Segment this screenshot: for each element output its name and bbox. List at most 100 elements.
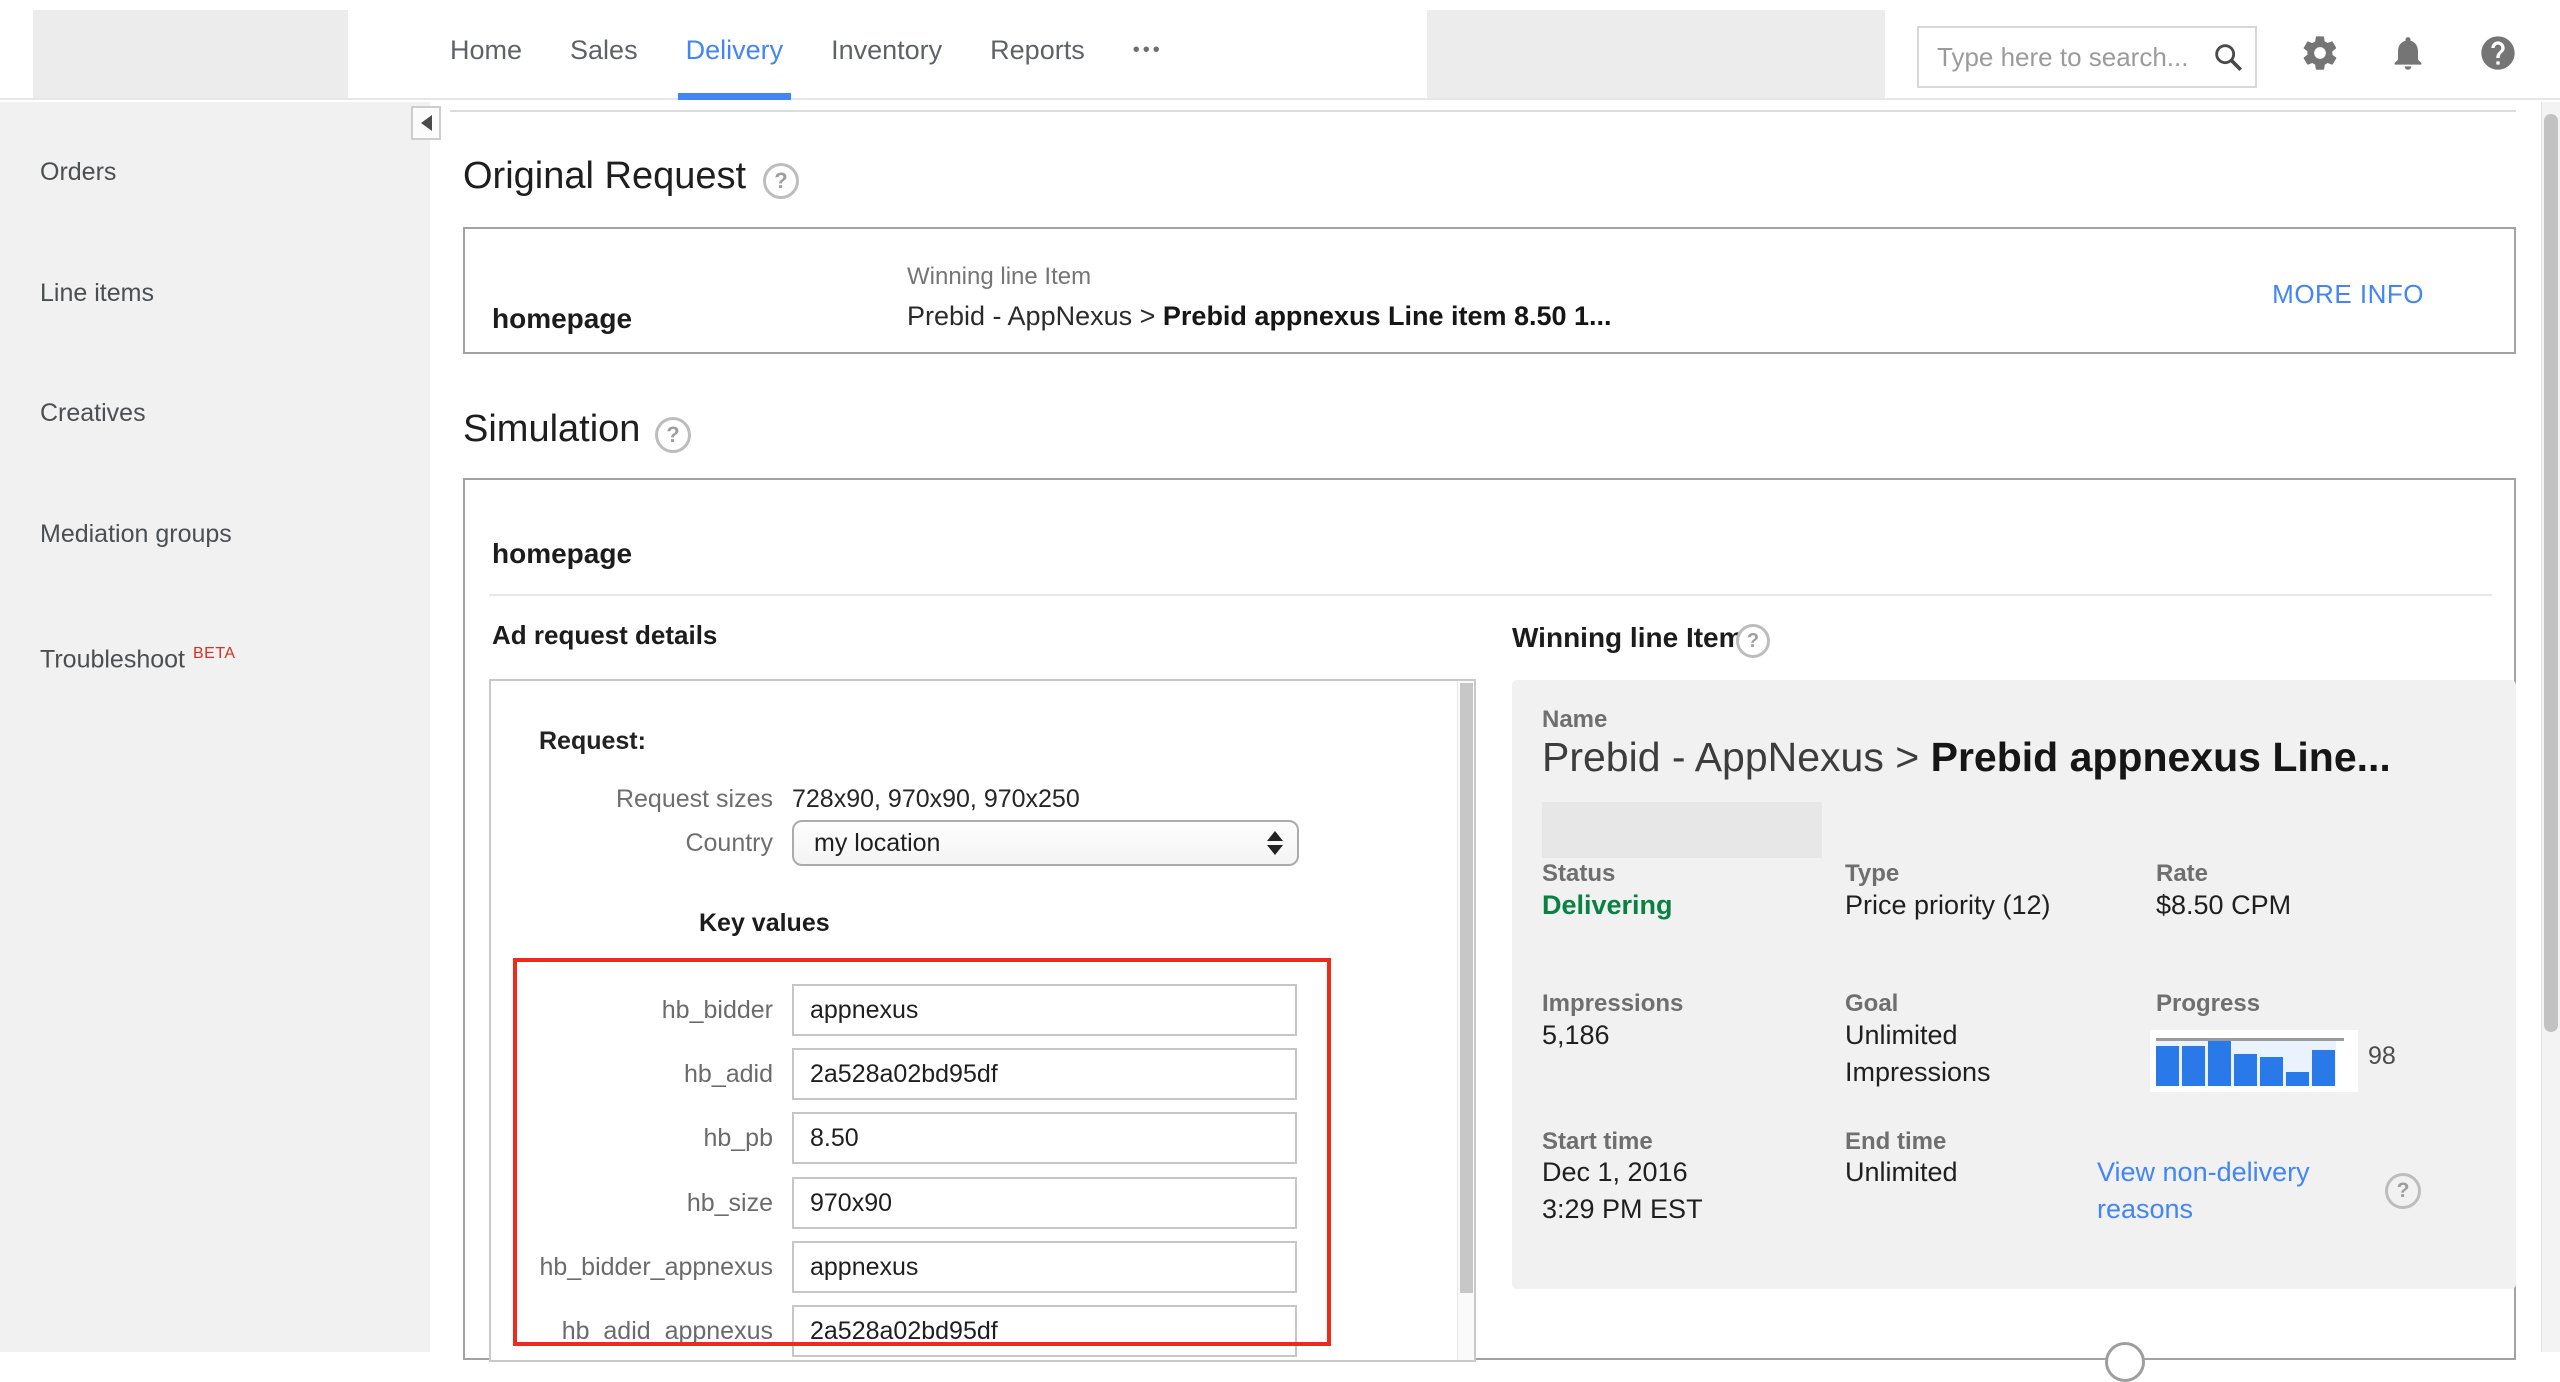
simulation-title: Simulation bbox=[463, 408, 640, 451]
sidebar-item-label: Creatives bbox=[40, 399, 146, 427]
key-value-row: hb_adid_appnexus bbox=[513, 1305, 1331, 1357]
account-placeholder bbox=[1427, 10, 1885, 98]
goal-label: Goal bbox=[1845, 990, 1898, 1018]
winning-line-item-label: Winning line Item bbox=[907, 263, 1091, 291]
notifications-bell-icon[interactable] bbox=[2388, 33, 2428, 73]
sidebar-item-troubleshoot[interactable]: Troubleshoot BETA bbox=[40, 632, 236, 676]
winning-line-item-card: Name Prebid - AppNexus > Prebid appnexus… bbox=[1512, 680, 2516, 1289]
sidebar-item-creatives[interactable]: Creatives bbox=[40, 391, 146, 435]
primary-nav: Home Sales Delivery Inventory Reports ••• bbox=[450, 0, 1163, 100]
sidebar-item-mediation-groups[interactable]: Mediation groups bbox=[40, 512, 232, 556]
page-scrollbar-thumb[interactable] bbox=[2544, 114, 2558, 1032]
page-scrollbar[interactable] bbox=[2541, 102, 2560, 1352]
winning-line-item-heading: Winning line Item bbox=[1512, 622, 1744, 654]
kv-key-hb_bidder_appnexus: hb_bidder_appnexus bbox=[513, 1241, 773, 1293]
sidebar-item-label: Line items bbox=[40, 279, 154, 307]
ad-unit-name: homepage bbox=[492, 303, 632, 335]
content-top-divider bbox=[450, 110, 2516, 112]
settings-gear-icon[interactable] bbox=[2300, 33, 2340, 73]
sidebar: Orders Line items Creatives Mediation group… bbox=[0, 102, 430, 1352]
kv-input-hb_bidder[interactable] bbox=[792, 984, 1297, 1036]
kv-input-hb_adid[interactable] bbox=[792, 1048, 1297, 1100]
non-delivery-help-icon[interactable]: ? bbox=[2385, 1173, 2421, 1209]
start-time-line2: 3:29 PM EST bbox=[1542, 1194, 1703, 1225]
kv-input-hb_adid_appnexus[interactable] bbox=[792, 1305, 1297, 1357]
beta-badge: BETA bbox=[193, 645, 236, 662]
progress-label: Progress bbox=[2156, 990, 2260, 1018]
goal-value-line1: Unlimited bbox=[1845, 1020, 1958, 1051]
search-box[interactable] bbox=[1917, 26, 2257, 88]
end-time-value: Unlimited bbox=[1845, 1157, 1958, 1188]
impressions-label: Impressions bbox=[1542, 990, 1683, 1018]
name-label: Name bbox=[1542, 706, 1607, 734]
ad-request-details-panel: Request: Request sizes 728x90, 970x90, 9… bbox=[489, 679, 1476, 1362]
original-request-title: Original Request bbox=[463, 155, 746, 198]
progress-value: 98 bbox=[2368, 1042, 2396, 1071]
country-select-value: my location bbox=[814, 829, 940, 858]
tab-inventory[interactable]: Inventory bbox=[831, 0, 942, 100]
rate-value: $8.50 CPM bbox=[2156, 890, 2291, 921]
progress-bars bbox=[2156, 1041, 2336, 1086]
key-value-row: hb_adid bbox=[513, 1048, 1331, 1100]
sidebar-item-label: Troubleshoot bbox=[40, 645, 185, 673]
original-request-card: homepage Winning line Item Prebid - AppN… bbox=[463, 227, 2516, 354]
request-sizes-value: 728x90, 970x90, 970x250 bbox=[792, 785, 1080, 814]
status-badge: Delivering bbox=[1542, 890, 1673, 921]
collapse-left-icon bbox=[421, 115, 432, 131]
tab-home[interactable]: Home bbox=[450, 0, 522, 100]
progress-bar bbox=[2260, 1057, 2283, 1086]
tab-overflow[interactable]: ••• bbox=[1133, 0, 1163, 100]
kv-key-hb_size: hb_size bbox=[513, 1177, 773, 1229]
winning-line-item-value: Prebid - AppNexus > Prebid appnexus Line… bbox=[907, 301, 1612, 332]
original-request-help-icon[interactable]: ? bbox=[763, 163, 799, 199]
tab-sales[interactable]: Sales bbox=[570, 0, 638, 100]
non-delivery-link-line2[interactable]: reasons bbox=[2097, 1194, 2193, 1225]
bottom-help-icon-partial[interactable] bbox=[2105, 1342, 2145, 1382]
progress-bar bbox=[2286, 1072, 2309, 1086]
start-time-line1: Dec 1, 2016 bbox=[1542, 1157, 1688, 1188]
sidebar-item-line-items[interactable]: Line items bbox=[40, 271, 154, 315]
winning-line-item-help-icon[interactable]: ? bbox=[1736, 624, 1770, 658]
kv-input-hb_pb[interactable] bbox=[792, 1112, 1297, 1164]
line-item-name: Prebid - AppNexus > Prebid appnexus Line… bbox=[1542, 734, 2391, 781]
tab-delivery[interactable]: Delivery bbox=[686, 0, 784, 100]
status-label: Status bbox=[1542, 860, 1615, 888]
kv-key-hb_adid: hb_adid bbox=[513, 1048, 773, 1100]
kv-input-hb_size[interactable] bbox=[792, 1177, 1297, 1229]
panel-scrollbar[interactable] bbox=[1457, 681, 1474, 1360]
end-time-label: End time bbox=[1845, 1128, 1946, 1156]
type-value: Price priority (12) bbox=[1845, 890, 2051, 921]
simulation-card: homepage Ad request details Winning line… bbox=[463, 478, 2516, 1360]
progress-bar bbox=[2156, 1046, 2179, 1086]
search-input[interactable] bbox=[1935, 41, 2211, 74]
kv-key-hb_adid_appnexus: hb_adid_appnexus bbox=[513, 1305, 773, 1357]
panel-scrollbar-thumb[interactable] bbox=[1460, 683, 1473, 1293]
line-item-id-placeholder bbox=[1542, 802, 1822, 858]
key-value-row: hb_bidder bbox=[513, 984, 1331, 1036]
logo-placeholder bbox=[33, 10, 348, 98]
country-select[interactable]: my location bbox=[792, 820, 1299, 866]
request-sizes-label: Request sizes bbox=[513, 785, 773, 814]
more-info-button[interactable]: MORE INFO bbox=[2272, 279, 2424, 310]
type-label: Type bbox=[1845, 860, 1899, 888]
request-label: Request: bbox=[539, 727, 646, 756]
search-icon[interactable] bbox=[2211, 40, 2245, 74]
kv-input-hb_bidder_appnexus[interactable] bbox=[792, 1241, 1297, 1293]
kv-key-hb_pb: hb_pb bbox=[513, 1112, 773, 1164]
progress-sparkline-chart bbox=[2150, 1030, 2358, 1092]
progress-bar bbox=[2312, 1050, 2335, 1086]
help-icon[interactable] bbox=[2478, 33, 2518, 73]
key-value-row: hb_pb bbox=[513, 1112, 1331, 1164]
key-value-row: hb_bidder_appnexus bbox=[513, 1241, 1331, 1293]
non-delivery-link-line1[interactable]: View non-delivery bbox=[2097, 1157, 2310, 1188]
tab-reports[interactable]: Reports bbox=[990, 0, 1085, 100]
simulation-help-icon[interactable]: ? bbox=[655, 417, 691, 453]
start-time-label: Start time bbox=[1542, 1128, 1653, 1156]
ad-request-details-heading: Ad request details bbox=[492, 620, 717, 651]
progress-bar bbox=[2234, 1054, 2257, 1086]
sidebar-item-orders[interactable]: Orders bbox=[40, 150, 116, 194]
goal-value-line2: Impressions bbox=[1845, 1057, 1991, 1088]
top-app-bar: Home Sales Delivery Inventory Reports ••• bbox=[0, 0, 2560, 100]
sidebar-collapse-button[interactable] bbox=[411, 106, 441, 140]
key-values-heading: Key values bbox=[699, 909, 830, 938]
